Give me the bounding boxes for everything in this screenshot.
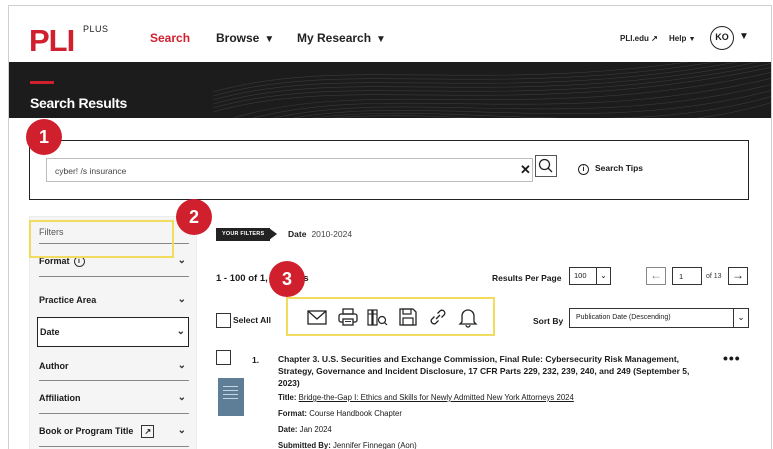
meta-date-value: Jan 2024 (299, 425, 332, 434)
chevron-down-icon: ⌄ (177, 425, 186, 436)
nav-browse-label: Browse (216, 31, 260, 45)
chevron-down-icon: ⌄ (177, 294, 186, 305)
facet-affiliation[interactable]: Affiliation ⌄ (39, 387, 189, 409)
select-all-label[interactable]: Select All (233, 315, 271, 325)
active-filter-value: 2010-2024 (311, 229, 353, 239)
avatar[interactable]: KO (710, 26, 734, 50)
arrow-right-icon: → (732, 268, 744, 282)
total-pages: of 13 (706, 273, 722, 280)
facet-book-title-label: Book or Program Title (39, 426, 134, 436)
facet-author[interactable]: Author ⌄ (39, 355, 189, 377)
nav-search[interactable]: Search (150, 31, 190, 45)
nav-pli-edu-link[interactable]: PLI.edu ↗ (620, 34, 658, 43)
meta-date-label: Date: (278, 425, 298, 434)
results-per-page-select[interactable]: 100 ⌄ (569, 267, 611, 285)
logo-plus-label: PLUS (83, 24, 109, 34)
meta-title-label: Title: (278, 393, 297, 402)
facet-practice-area[interactable]: Practice Area ⌄ (39, 289, 189, 311)
top-nav: PLI PLUS Search Browse ▼ My Research ▼ PLI… (9, 6, 771, 62)
callout-badge-1: 1 (26, 119, 62, 155)
banner-wave-pattern (213, 62, 771, 118)
results-count-start: 1 - 100 of 1, (216, 273, 268, 284)
sort-by-value: Publication Date (Descending) (576, 314, 671, 321)
meta-title-link[interactable]: Bridge-the-Gap I: Ethics and Skills for … (299, 393, 574, 402)
highlight-toolbar-box (286, 297, 495, 336)
meta-submitted-value: Jennifer Finnegan (Aon) (333, 441, 417, 449)
active-filter-date[interactable]: Date 2010-2024 (288, 229, 352, 239)
search-button[interactable] (535, 155, 557, 177)
callout-badge-2: 2 (176, 199, 212, 235)
arrow-left-icon: ← (650, 268, 662, 282)
facet-date[interactable]: Date ⌄ (37, 317, 189, 347)
nav-help-label: Help (669, 34, 687, 43)
search-tips-label: Search Tips (595, 163, 644, 173)
facet-practice-area-label: Practice Area (39, 295, 97, 305)
chevron-down-icon: ⌄ (177, 255, 186, 266)
external-link-icon[interactable]: ↗ (141, 425, 155, 439)
book-cover-thumbnail[interactable] (218, 378, 244, 416)
chevron-down-icon: ▼ (264, 34, 275, 45)
app-frame: PLI PLUS Search Browse ▼ My Research ▼ PLI… (8, 5, 772, 449)
facet-affiliation-label: Affiliation (39, 393, 81, 403)
meta-format-value: Course Handbook Chapter (309, 409, 402, 418)
search-tips-link[interactable]: i Search Tips (578, 163, 643, 175)
chevron-down-icon[interactable]: ▼ (739, 31, 749, 42)
result-checkbox[interactable] (216, 350, 231, 365)
facet-author-label: Author (39, 361, 69, 371)
sort-by-select[interactable]: Publication Date (Descending) ⌄ (569, 308, 749, 328)
divider (39, 446, 189, 447)
prev-page-button[interactable]: ← (646, 267, 666, 285)
result-meta-date: Date: Jan 2024 (278, 425, 332, 434)
search-panel: cyber! /s insurance ✕ i Search Tips (29, 140, 749, 200)
search-icon (538, 158, 553, 173)
active-filter-label: Date (288, 229, 307, 239)
chevron-down-icon: ⌄ (176, 326, 185, 337)
nav-my-research-label: My Research (297, 31, 372, 45)
divider (39, 276, 189, 277)
your-filters-arrow (269, 228, 277, 240)
your-filters-tag: YOUR FILTERS (216, 228, 271, 241)
result-title-link[interactable]: Chapter 3. U.S. Securities and Exchange … (278, 353, 698, 389)
nav-help[interactable]: Help ▼ (669, 34, 696, 43)
page-number-input[interactable]: 1 (672, 267, 702, 285)
search-input[interactable]: cyber! /s insurance (46, 158, 533, 182)
chevron-down-icon: ⌄ (177, 360, 186, 371)
meta-format-label: Format: (278, 409, 308, 418)
divider (39, 380, 189, 381)
divider (39, 413, 189, 414)
facet-book-or-program-title[interactable]: Book or Program Title ↗ ⌄ (39, 420, 189, 442)
chevron-down-icon: ⌄ (596, 268, 610, 284)
nav-browse[interactable]: Browse ▼ (216, 31, 274, 45)
more-options-icon[interactable]: ••• (723, 350, 741, 366)
chevron-down-icon: ⌄ (177, 392, 186, 403)
clear-search-icon[interactable]: ✕ (520, 158, 531, 182)
nav-my-research[interactable]: My Research ▼ (297, 31, 386, 45)
select-all-checkbox[interactable] (216, 313, 231, 328)
pli-logo[interactable]: PLI (29, 25, 75, 56)
next-page-button[interactable]: → (728, 267, 748, 285)
sort-by-label: Sort By (533, 316, 564, 326)
facet-date-label: Date (40, 327, 60, 337)
chevron-down-icon: ▼ (376, 34, 386, 45)
page-title: Search Results (30, 95, 127, 111)
results-per-page-value: 100 (574, 271, 587, 280)
info-icon: i (578, 164, 589, 175)
chevron-down-icon: ⌄ (733, 309, 748, 327)
results-per-page-label: Results Per Page (492, 273, 562, 283)
highlight-filters-box (29, 220, 174, 258)
result-meta-format: Format: Course Handbook Chapter (278, 409, 402, 418)
result-meta-title: Title: Bridge-the-Gap I: Ethics and Skil… (278, 393, 574, 402)
callout-badge-3: 3 (269, 261, 305, 297)
banner-accent-bar (30, 81, 54, 84)
result-meta-submitted: Submitted By: Jennifer Finnegan (Aon) (278, 441, 417, 449)
chevron-down-icon: ▼ (688, 36, 696, 43)
meta-submitted-label: Submitted By: (278, 441, 331, 449)
result-number: 1. (252, 355, 260, 365)
